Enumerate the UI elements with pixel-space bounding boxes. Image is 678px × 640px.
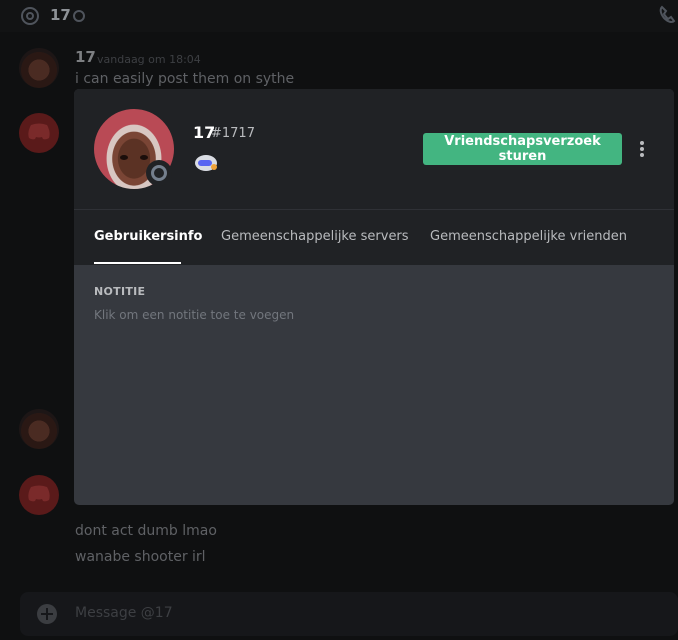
add-attachment-icon[interactable] xyxy=(37,604,57,624)
profile-header: 17 #1717 Vriendschapsverzoek sturen Gebr… xyxy=(74,89,674,265)
tab-user-info[interactable]: Gebruikersinfo xyxy=(94,229,202,244)
tab-mutual-servers[interactable]: Gemeenschappelijke servers xyxy=(221,229,409,244)
more-options-icon[interactable] xyxy=(637,139,647,159)
channel-header: 17 xyxy=(0,0,678,32)
divider xyxy=(74,209,674,210)
avatar[interactable] xyxy=(19,113,59,153)
message-text: wanabe shooter irl xyxy=(75,549,206,565)
avatar[interactable] xyxy=(19,409,59,449)
user-profile-modal: 17 #1717 Vriendschapsverzoek sturen Gebr… xyxy=(74,89,674,505)
message-author[interactable]: 17 xyxy=(75,48,96,66)
discord-logo-icon xyxy=(28,485,50,502)
offline-status-icon xyxy=(146,160,172,186)
message-input-placeholder[interactable]: Message @17 xyxy=(75,605,173,621)
offline-status-icon xyxy=(73,10,85,22)
message-input-bar[interactable]: Message @17 xyxy=(20,592,678,636)
active-tab-indicator xyxy=(94,262,181,264)
hypesquad-badge-icon[interactable] xyxy=(193,152,219,174)
send-friend-request-button[interactable]: Vriendschapsverzoek sturen xyxy=(423,133,622,165)
profile-discriminator: #1717 xyxy=(211,126,255,141)
note-section-label: NOTITIE xyxy=(94,285,146,298)
discord-logo-icon xyxy=(28,123,50,140)
note-input[interactable]: Klik om een notitie toe te voegen xyxy=(94,308,294,322)
phone-call-icon[interactable] xyxy=(656,4,678,26)
at-icon xyxy=(21,7,39,25)
channel-name: 17 xyxy=(50,6,71,24)
message-timestamp: vandaag om 18:04 xyxy=(97,53,201,66)
avatar-eye xyxy=(120,155,128,160)
message-text: i can easily post them on sythe xyxy=(75,71,295,87)
tab-mutual-friends[interactable]: Gemeenschappelijke vrienden xyxy=(430,229,627,244)
message-text: dont act dumb lmao xyxy=(75,523,217,539)
avatar-eye xyxy=(140,155,148,160)
avatar[interactable] xyxy=(19,475,59,515)
avatar[interactable] xyxy=(19,48,59,88)
